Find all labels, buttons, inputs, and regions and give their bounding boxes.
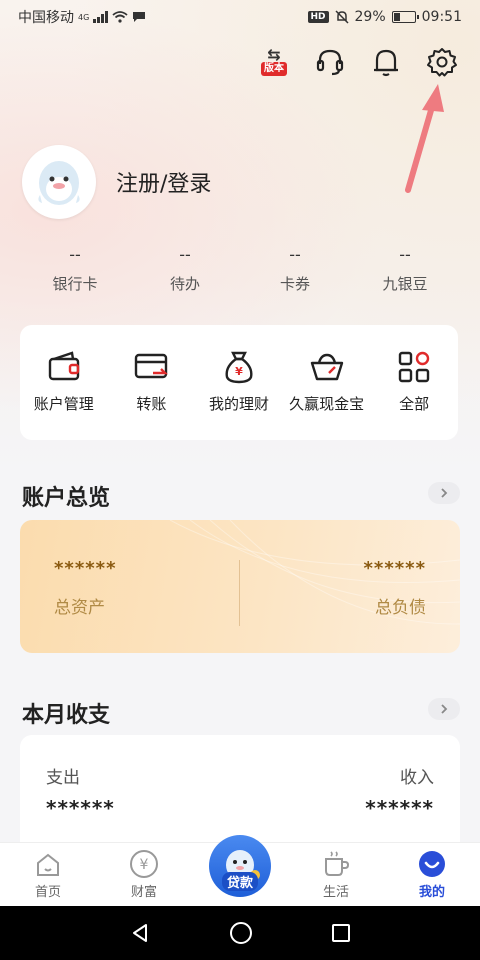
quick-action-all[interactable]: 全部 xyxy=(370,349,458,440)
version-switch-button[interactable]: ⇆ 版本 xyxy=(256,44,292,80)
loan-mascot-icon: 贷款 xyxy=(209,835,271,897)
version-label: 版本 xyxy=(261,62,287,76)
total-assets-value: ****** xyxy=(54,558,117,579)
account-overview-more-button[interactable] xyxy=(428,482,460,504)
income-block: 收入 ****** xyxy=(365,763,434,820)
stat-label: 卡券 xyxy=(279,275,310,293)
quick-action-my-wealth[interactable]: ¥ 我的理财 xyxy=(195,349,283,440)
tab-label: 我的 xyxy=(418,885,445,900)
customer-service-button[interactable] xyxy=(312,44,348,80)
monthly-summary-more-button[interactable] xyxy=(428,698,460,720)
coffee-cup-icon xyxy=(325,851,350,876)
chevron-right-icon xyxy=(441,704,448,714)
account-overview-card[interactable]: ****** 总资产 ****** 总负债 xyxy=(20,520,460,653)
quick-action-label: 全部 xyxy=(399,395,430,413)
gear-icon xyxy=(427,48,457,77)
quick-action-label: 账户管理 xyxy=(33,395,94,413)
carrier-name: 中国移动 xyxy=(18,10,74,26)
account-overview-title: 账户总览 xyxy=(22,486,111,511)
chevron-right-icon xyxy=(441,488,448,498)
total-liabilities: ****** 总负债 xyxy=(364,558,426,618)
recents-square-icon[interactable] xyxy=(331,923,351,943)
battery-percent: 29% xyxy=(354,9,386,25)
tab-label: 财富 xyxy=(130,885,157,900)
stat-value: -- xyxy=(289,245,301,264)
quick-action-label: 我的理财 xyxy=(208,395,269,413)
quick-actions-card: 账户管理 转账 ¥ 我的理财 久赢现金宝 全部 xyxy=(20,325,458,440)
stat-value: -- xyxy=(179,245,191,264)
pointer-arrow-icon xyxy=(405,84,444,193)
quick-action-account-management[interactable]: 账户管理 xyxy=(20,349,108,440)
income-label: 收入 xyxy=(400,768,434,788)
login-register-link[interactable]: 注册/登录 xyxy=(116,166,211,198)
mute-bell-icon xyxy=(334,10,349,24)
tab-label: 首页 xyxy=(34,885,61,900)
header-toolbar: ⇆ 版本 xyxy=(256,44,460,80)
profile-header[interactable]: 注册/登录 xyxy=(22,145,211,219)
signal-icon xyxy=(93,11,109,23)
status-bar: 中国移动 4G HD 29% 09:51 xyxy=(0,0,480,34)
dolphin-mascot-icon xyxy=(38,161,80,205)
chat-icon xyxy=(133,12,146,22)
bottom-tab-bar: 首页 ¥ 财富 贷款 生活 我的 xyxy=(0,835,480,906)
gold-ingot-icon xyxy=(310,353,343,381)
quick-action-label: 久赢现金宝 xyxy=(289,395,365,413)
stat-label: 待办 xyxy=(169,275,200,293)
version-switch-icon: ⇆ xyxy=(267,45,281,64)
tab-label: 贷款 xyxy=(221,872,258,891)
total-liabilities-label: 总负债 xyxy=(375,598,426,618)
tab-loan[interactable]: 贷款 xyxy=(192,835,288,906)
headset-icon xyxy=(316,49,344,76)
battery-icon xyxy=(391,11,419,23)
tab-home[interactable]: 首页 xyxy=(0,843,96,906)
divider xyxy=(239,560,240,626)
tab-mine[interactable]: 我的 xyxy=(384,843,480,906)
network-type: 4G xyxy=(78,12,90,22)
avatar[interactable] xyxy=(22,145,96,219)
expense-label: 支出 xyxy=(46,768,80,788)
stat-label: 银行卡 xyxy=(52,275,98,293)
tab-wealth[interactable]: ¥ 财富 xyxy=(96,843,192,906)
quick-action-label: 转账 xyxy=(136,395,167,413)
yen-coin-icon: ¥ xyxy=(130,850,158,878)
settings-button[interactable] xyxy=(424,44,460,80)
bell-icon xyxy=(374,49,398,77)
tab-label: 生活 xyxy=(322,885,349,900)
stat-points[interactable]: -- 九银豆 xyxy=(350,245,460,294)
money-bag-icon: ¥ xyxy=(225,351,253,384)
expense-block: 支出 ****** xyxy=(46,763,115,820)
total-assets: ****** 总资产 xyxy=(54,558,116,618)
profile-smile-icon xyxy=(419,851,445,877)
grid-icon xyxy=(398,351,430,383)
stat-coupons[interactable]: -- 卡券 xyxy=(240,245,350,294)
transfer-card-icon xyxy=(135,353,169,379)
stat-todo[interactable]: -- 待办 xyxy=(130,245,240,294)
wallet-icon xyxy=(48,351,79,381)
total-assets-label: 总资产 xyxy=(54,598,105,618)
quick-action-transfer[interactable]: 转账 xyxy=(108,349,196,440)
system-navigation-bar xyxy=(0,906,480,960)
stat-label: 九银豆 xyxy=(382,275,428,293)
stat-value: -- xyxy=(399,245,411,264)
svg-text:¥: ¥ xyxy=(140,857,149,873)
quick-action-cash-treasure[interactable]: 久赢现金宝 xyxy=(283,349,371,440)
back-triangle-icon[interactable] xyxy=(129,922,151,944)
clock: 09:51 xyxy=(421,9,462,25)
income-value: ****** xyxy=(365,796,434,820)
home-icon xyxy=(37,853,59,876)
stat-value: -- xyxy=(69,245,81,264)
monthly-summary-title: 本月收支 xyxy=(22,703,111,728)
tab-life[interactable]: 生活 xyxy=(288,843,384,906)
stat-bank-cards[interactable]: -- 银行卡 xyxy=(20,245,130,294)
wifi-icon xyxy=(112,11,128,23)
total-liabilities-value: ****** xyxy=(363,558,426,579)
stats-row: -- 银行卡 -- 待办 -- 卡券 -- 九银豆 xyxy=(20,245,460,294)
expense-value: ****** xyxy=(46,796,115,820)
home-circle-icon[interactable] xyxy=(229,921,253,945)
notifications-button[interactable] xyxy=(368,44,404,80)
hd-badge: HD xyxy=(307,11,329,23)
svg-text:¥: ¥ xyxy=(235,365,243,378)
